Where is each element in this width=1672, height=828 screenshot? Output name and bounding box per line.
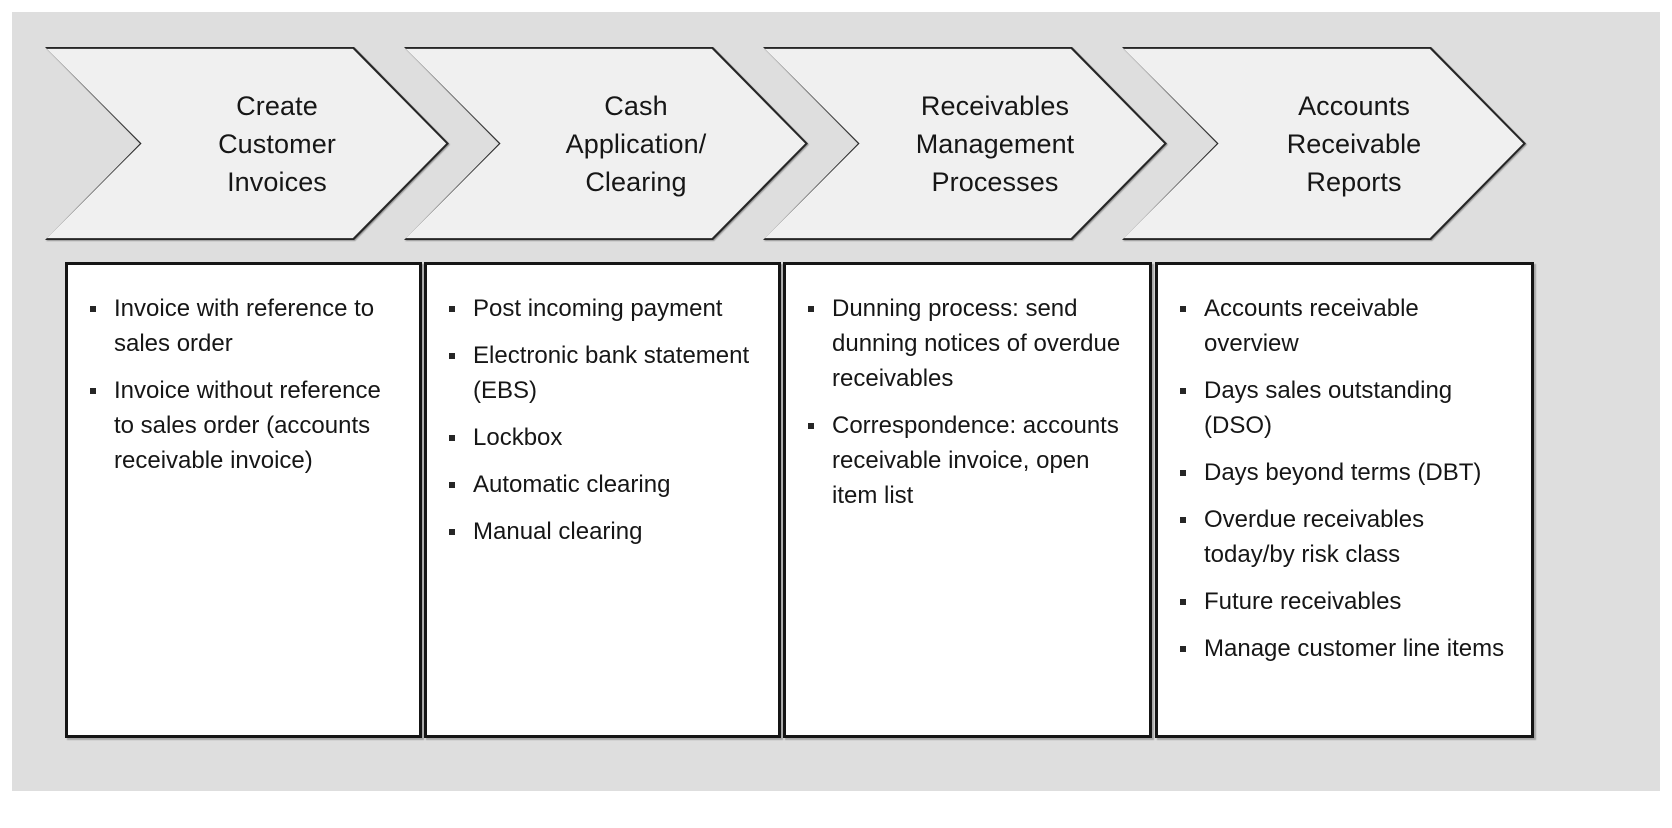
square-bullet-icon <box>90 388 96 394</box>
list-item-text: Overdue receivables today/by risk class <box>1204 506 1425 568</box>
detail-box-receivables-management-processes: Dunning process: send dunning notices of… <box>783 262 1152 738</box>
chevron-stage-accounts-receivable-reports[interactable]: Accounts Receivable Reports <box>1122 47 1526 240</box>
list-item-text: Dunning process: send dunning notices of… <box>832 295 1121 392</box>
list-item-text: Invoice with reference to sales order <box>114 295 375 357</box>
list-item-text: Post incoming payment <box>473 295 723 322</box>
list-item-text: Days sales outstanding (DSO) <box>1204 377 1453 439</box>
square-bullet-icon <box>1180 306 1186 312</box>
list-item-text: Days beyond terms (DBT) <box>1204 459 1482 486</box>
list-item: Post incoming payment <box>441 291 766 326</box>
list-item: Correspondence: accounts receivable invo… <box>800 408 1137 513</box>
list-item: Invoice without reference to sales order… <box>82 373 407 478</box>
list-item-text: Future receivables <box>1204 588 1402 615</box>
list-item-text: Accounts receivable overview <box>1204 295 1419 357</box>
list-item: Days sales outstanding (DSO) <box>1172 373 1519 443</box>
square-bullet-icon <box>1180 517 1186 523</box>
square-bullet-icon <box>90 306 96 312</box>
list-item-text: Manage customer line items <box>1204 635 1505 662</box>
chevron-stage-receivables-management-processes[interactable]: Receivables Management Processes <box>763 47 1167 240</box>
bullet-list: Accounts receivable overview Days sales … <box>1172 291 1519 666</box>
chevron-stage-label: Create Customer Invoices <box>218 90 336 197</box>
list-item: Lockbox <box>441 420 766 455</box>
chevron-stage-cash-application-clearing[interactable]: Cash Application/ Clearing <box>404 47 808 240</box>
square-bullet-icon <box>1180 646 1186 652</box>
list-item: Manage customer line items <box>1172 631 1519 666</box>
process-diagram-canvas: Create Customer Invoices Cash Applicatio… <box>12 12 1660 791</box>
square-bullet-icon <box>808 423 814 429</box>
chevron-stage-label: Accounts Receivable Reports <box>1286 90 1422 197</box>
bullet-list: Post incoming payment Electronic bank st… <box>441 291 766 549</box>
square-bullet-icon <box>449 529 455 535</box>
list-item: Automatic clearing <box>441 467 766 502</box>
square-bullet-icon <box>808 306 814 312</box>
chevron-stage-label: Cash Application/ Clearing <box>565 90 707 197</box>
chevron-stage-label: Receivables Management Processes <box>915 90 1075 197</box>
list-item: Invoice with reference to sales order <box>82 291 407 361</box>
list-item: Electronic bank statement (EBS) <box>441 338 766 408</box>
square-bullet-icon <box>449 482 455 488</box>
list-item-text: Lockbox <box>473 424 563 451</box>
detail-box-cash-application-clearing: Post incoming payment Electronic bank st… <box>424 262 781 738</box>
list-item: Days beyond terms (DBT) <box>1172 455 1519 490</box>
chevron-stage-create-customer-invoices[interactable]: Create Customer Invoices <box>45 47 449 240</box>
list-item-text: Automatic clearing <box>473 471 671 498</box>
list-item: Dunning process: send dunning notices of… <box>800 291 1137 396</box>
list-item-text: Invoice without reference to sales order… <box>114 377 381 474</box>
square-bullet-icon <box>1180 388 1186 394</box>
detail-box-create-customer-invoices: Invoice with reference to sales order In… <box>65 262 422 738</box>
square-bullet-icon <box>1180 470 1186 476</box>
bullet-list: Dunning process: send dunning notices of… <box>800 291 1137 513</box>
list-item: Overdue receivables today/by risk class <box>1172 502 1519 572</box>
square-bullet-icon <box>449 353 455 359</box>
list-item-text: Correspondence: accounts receivable invo… <box>832 412 1119 509</box>
square-bullet-icon <box>1180 599 1186 605</box>
list-item-text: Electronic bank statement (EBS) <box>473 342 750 404</box>
list-item: Manual clearing <box>441 514 766 549</box>
chevron-header-row: Create Customer Invoices Cash Applicatio… <box>12 12 1660 242</box>
detail-box-accounts-receivable-reports: Accounts receivable overview Days sales … <box>1155 262 1534 738</box>
square-bullet-icon <box>449 435 455 441</box>
list-item: Accounts receivable overview <box>1172 291 1519 361</box>
list-item: Future receivables <box>1172 584 1519 619</box>
list-item-text: Manual clearing <box>473 518 643 545</box>
square-bullet-icon <box>449 306 455 312</box>
bullet-list: Invoice with reference to sales order In… <box>82 291 407 478</box>
